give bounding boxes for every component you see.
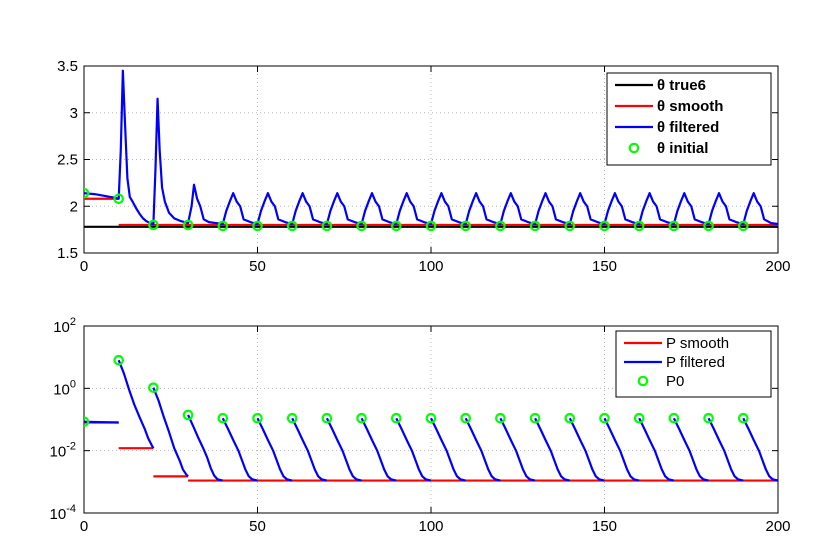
bottom-xtick-label: 200: [765, 518, 790, 535]
top-ytick-label: 2.5: [57, 152, 78, 169]
top-legend: θ true6 θ smooth θ filtered θ initial: [606, 72, 772, 166]
bottom-legend-p-smooth-label: P smooth: [666, 335, 729, 352]
top-xtick-label: 150: [592, 258, 617, 275]
top-xtick-label: 0: [80, 258, 88, 275]
top-ytick-label: 3: [70, 105, 78, 122]
bottom-legend: P smooth P filtered P0: [615, 330, 772, 398]
top-legend-theta-initial-label: θ initial: [657, 140, 708, 157]
top-legend-theta-filtered-label: θ filtered: [657, 119, 719, 136]
bottom-xtick-label: 100: [418, 518, 443, 535]
bottom-legend-p-filtered-label: P filtered: [666, 354, 725, 371]
bottom-xtick-label: 150: [592, 518, 617, 535]
bottom-xtick-label: 0: [80, 518, 88, 535]
top-legend-theta-smooth-label: θ smooth: [657, 98, 723, 115]
top-xtick-label: 50: [249, 258, 266, 275]
top-xtick-label: 100: [418, 258, 443, 275]
bottom-xtick-label: 50: [249, 518, 266, 535]
figure: 0 50 100 150 2001.522.533.5θ true6θ smoothθ …: [0, 0, 830, 554]
top-ytick-label: 3.5: [57, 58, 78, 75]
bottom-legend-p0-label: P0: [666, 373, 684, 390]
bottom-plot: 0 50 100 150 20010210010-210-4P smoothP filt…: [50, 316, 791, 535]
top-ytick-label: 1.5: [57, 245, 78, 262]
top-xtick-label: 200: [765, 258, 790, 275]
top-ytick-label: 2: [70, 198, 78, 215]
top-legend-theta-true6-label: θ true6: [657, 77, 706, 94]
top-plot: 0 50 100 150 2001.522.533.5θ true6θ smoothθ …: [57, 58, 790, 275]
